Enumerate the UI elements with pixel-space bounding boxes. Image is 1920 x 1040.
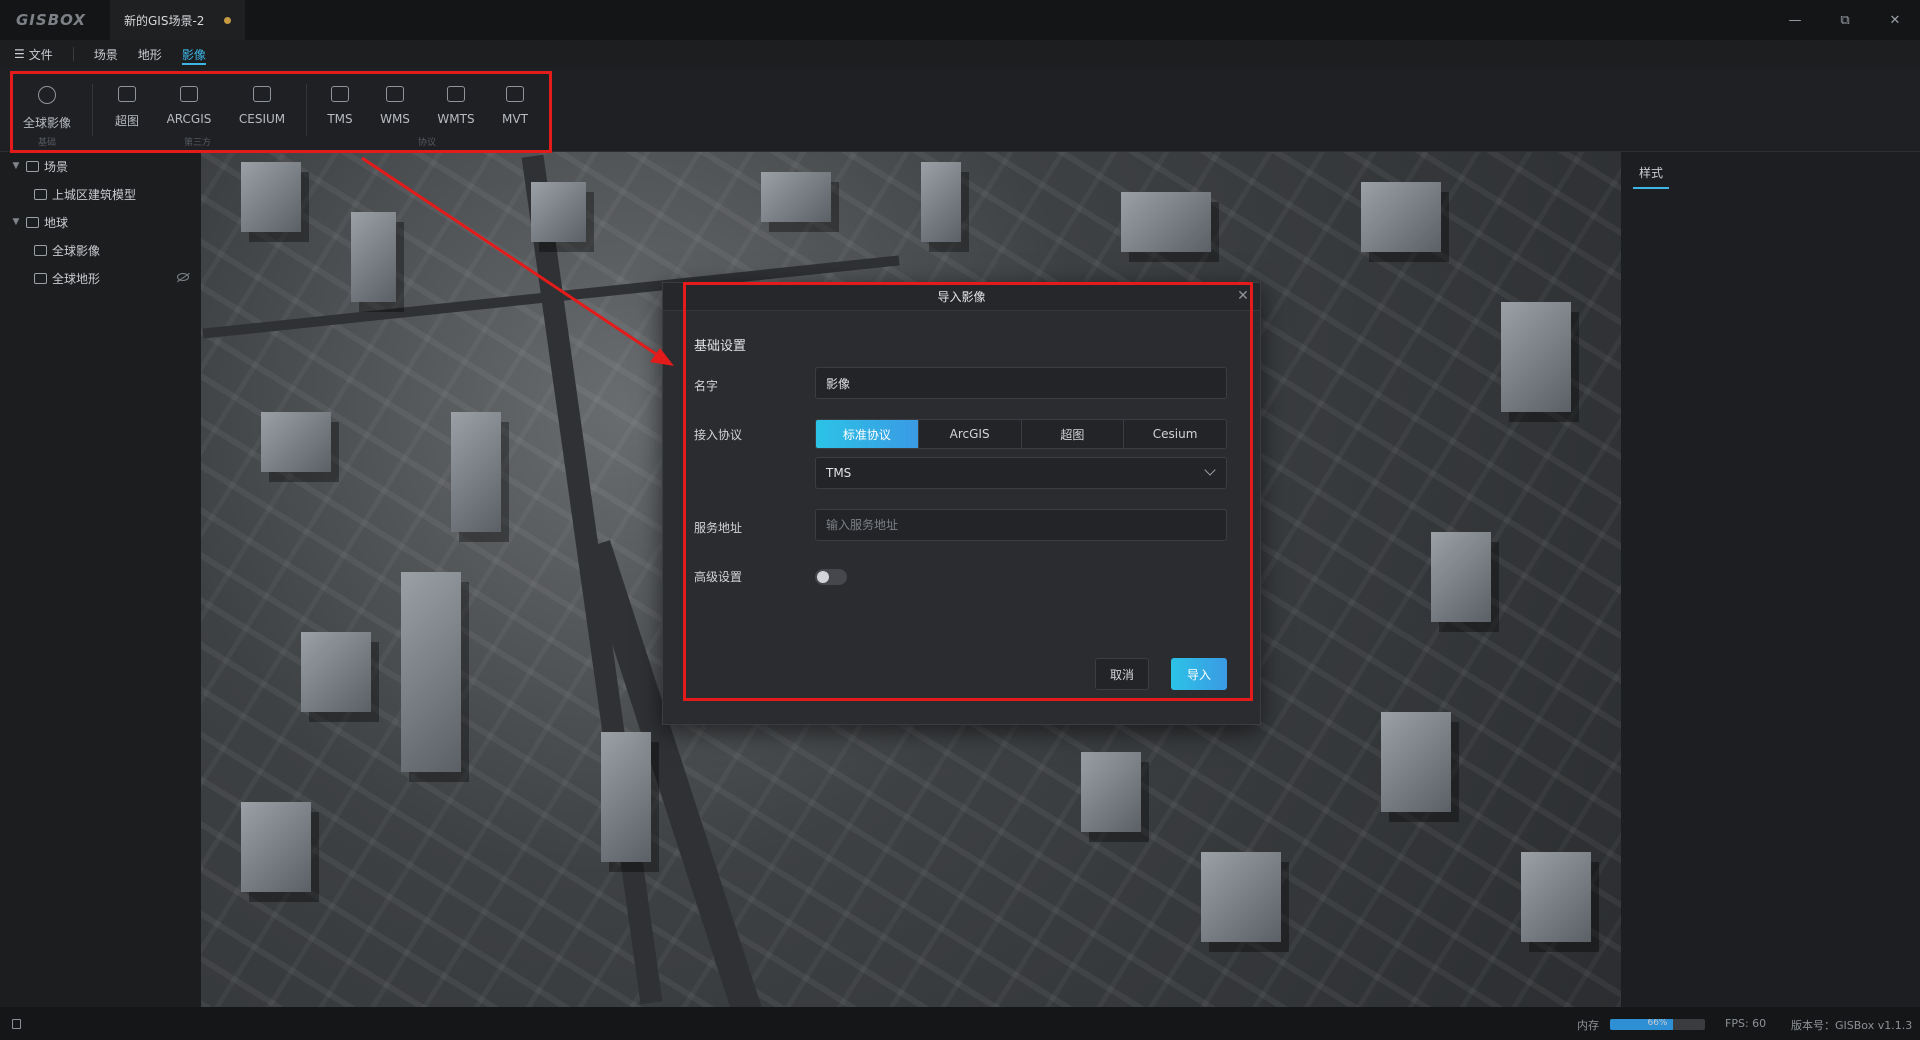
building	[1381, 712, 1451, 812]
version-label: 版本号：GISBox v1.1.3	[1791, 1019, 1913, 1032]
scene-tree-panel: ▼ 场景 上城区建筑模型 ▼ 地球 全球影像 全球地形	[0, 152, 201, 1007]
menu-scene[interactable]: 场景	[94, 40, 118, 68]
close-window-button[interactable]: ✕	[1870, 0, 1920, 40]
building	[531, 182, 586, 242]
building	[1431, 532, 1491, 622]
tree-node-building-model[interactable]: 上城区建筑模型	[0, 180, 201, 208]
earth-icon	[26, 216, 39, 228]
minimize-button[interactable]: —	[1770, 0, 1820, 40]
menu-file[interactable]: ☰ 文件	[14, 40, 53, 68]
terrain-icon	[34, 272, 47, 284]
building	[1121, 192, 1211, 252]
annotation-toolbar-highlight	[10, 71, 552, 153]
status-bar: 内存 66% FPS: 60 版本号：GISBox v1.1.3	[0, 1007, 1920, 1040]
restore-button[interactable]: ⧉	[1820, 0, 1870, 40]
tree-node-global-terrain[interactable]: 全球地形	[0, 264, 201, 292]
caret-down-icon[interactable]: ▼	[6, 217, 26, 227]
caret-down-icon[interactable]: ▼	[6, 161, 26, 171]
close-icon: ✕	[1889, 12, 1901, 28]
building	[601, 732, 651, 862]
building	[241, 162, 301, 232]
hamburger-icon: ☰	[14, 47, 25, 61]
building	[1361, 182, 1441, 252]
building	[1521, 852, 1591, 942]
app-window: GISBOX 新的GIS场景-2 — ⧉ ✕ ☰ 文件 场景 地形 影像 全球影…	[0, 0, 1920, 1040]
imagery-icon	[34, 244, 47, 256]
visibility-off-icon[interactable]	[177, 273, 189, 281]
building	[301, 632, 371, 712]
minimize-icon: —	[1788, 12, 1802, 28]
building	[401, 572, 461, 772]
app-logo: GISBOX	[16, 11, 86, 29]
document-tab[interactable]: 新的GIS场景-2	[110, 0, 246, 40]
building	[1081, 752, 1141, 832]
fps-readout: FPS: 60	[1725, 1017, 1767, 1030]
building	[761, 172, 831, 222]
building	[1501, 302, 1571, 412]
unsaved-dot-icon	[224, 16, 232, 24]
memory-label: 内存	[1577, 1019, 1599, 1032]
document-tab-label: 新的GIS场景-2	[124, 13, 205, 28]
building	[451, 412, 501, 532]
window-controls: — ⧉ ✕	[1770, 0, 1920, 40]
title-bar: GISBOX 新的GIS场景-2 — ⧉ ✕	[0, 0, 1920, 40]
menu-bar: ☰ 文件 场景 地形 影像	[0, 40, 1920, 68]
menu-terrain[interactable]: 地形	[138, 40, 162, 68]
model-icon	[34, 188, 47, 200]
scene-icon	[26, 160, 39, 172]
menu-imagery[interactable]: 影像	[181, 40, 206, 68]
building	[921, 162, 961, 242]
building	[241, 802, 311, 892]
log-icon[interactable]	[12, 1019, 21, 1029]
memory-usage-bar: 66%	[1610, 1019, 1705, 1030]
tab-style[interactable]: 样式	[1633, 160, 1670, 189]
tree-node-global-imagery[interactable]: 全球影像	[0, 236, 201, 264]
building	[351, 212, 396, 302]
building	[1201, 852, 1281, 942]
properties-panel: 样式	[1621, 152, 1920, 1007]
restore-icon: ⧉	[1840, 12, 1850, 28]
building	[261, 412, 331, 472]
annotation-dialog-highlight	[683, 282, 1253, 701]
tree-node-scene[interactable]: ▼ 场景	[0, 152, 201, 180]
memory-percent: 66%	[1647, 1019, 1668, 1028]
tree-node-earth[interactable]: ▼ 地球	[0, 208, 201, 236]
menu-divider	[72, 47, 74, 61]
